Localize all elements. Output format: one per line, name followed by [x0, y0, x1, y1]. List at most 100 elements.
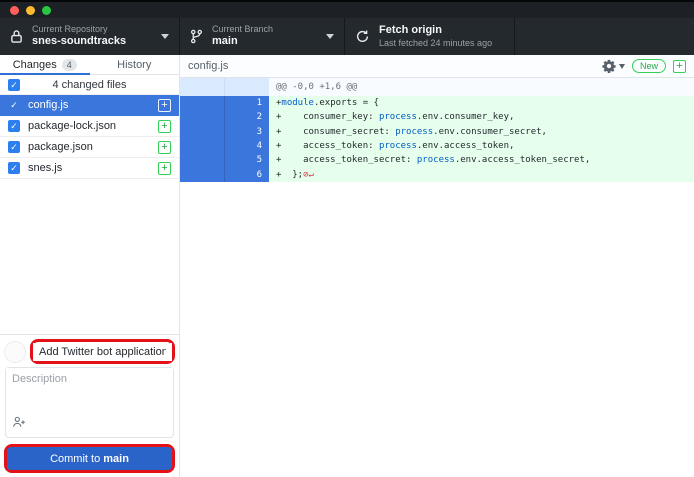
current-repository-dropdown[interactable]: Current Repository snes-soundtracks	[0, 18, 180, 55]
file-name: package-lock.json	[28, 120, 150, 132]
titlebar	[0, 0, 694, 18]
old-line-number	[180, 125, 225, 139]
new-file-badge: New	[632, 59, 666, 73]
tab-history[interactable]: History	[90, 55, 180, 74]
diff-line-gutter[interactable]: 5	[180, 153, 269, 167]
fetch-origin-button[interactable]: Fetch origin Last fetched 24 minutes ago	[345, 18, 515, 55]
minimize-button[interactable]	[26, 6, 35, 15]
file-checkbox[interactable]: ✓	[8, 99, 20, 111]
file-checkbox[interactable]: ✓	[8, 162, 20, 174]
added-status-icon: +	[158, 99, 171, 112]
branch-label: Current Branch	[212, 24, 317, 35]
diff-header: config.js New +	[180, 55, 694, 78]
commit-to-main-button[interactable]: Commit to main	[7, 447, 172, 470]
hunk-header-text: @@ -0,0 +1,6 @@	[269, 78, 694, 96]
diff-line-gutter[interactable]: 4	[180, 139, 269, 153]
changes-count-badge: 4	[62, 59, 77, 71]
file-row[interactable]: ✓ snes.js +	[0, 158, 179, 179]
new-line-number: 6	[225, 168, 270, 182]
new-line-number: 5	[225, 153, 270, 167]
no-newline-icon: ⊘↵	[303, 170, 314, 180]
tab-changes[interactable]: Changes 4	[0, 55, 90, 74]
diff-line: 1+module.exports = {	[180, 96, 694, 110]
diff-file-name: config.js	[188, 60, 228, 72]
file-row[interactable]: ✓ package-lock.json +	[0, 116, 179, 137]
branch-icon	[190, 29, 203, 44]
diff-body: @@ -0,0 +1,6 @@ 1+module.exports = {2+ c…	[180, 78, 694, 182]
file-checkbox[interactable]: ✓	[8, 141, 20, 153]
tab-label: Changes	[13, 59, 57, 71]
commit-description-box	[5, 367, 174, 438]
diff-panel: config.js New + @	[180, 55, 694, 477]
sidebar-tabs: Changes 4 History	[0, 55, 179, 75]
diff-line: 3+ consumer_secret: process.env.consumer…	[180, 125, 694, 139]
diff-line-content: + consumer_key: process.env.consumer_key…	[269, 110, 694, 124]
sidebar: Changes 4 History ✓ 4 changed files ✓ confi…	[0, 55, 180, 477]
chevron-down-icon	[326, 34, 334, 39]
tab-label: History	[117, 59, 151, 71]
diff-line-content: + consumer_secret: process.env.consumer_…	[269, 125, 694, 139]
file-name: package.json	[28, 141, 150, 153]
github-desktop-window: Current Repository snes-soundtracks Curr…	[0, 0, 694, 477]
new-line-number: 3	[225, 125, 270, 139]
commit-description-input[interactable]	[6, 368, 173, 418]
repository-name: snes-soundtracks	[32, 35, 152, 49]
diff-line-content: + access_token_secret: process.env.acces…	[269, 153, 694, 167]
hunk-gutter	[180, 78, 269, 96]
diff-line-gutter[interactable]: 2	[180, 110, 269, 124]
changed-files-count: 4 changed files	[53, 79, 127, 91]
current-branch-dropdown[interactable]: Current Branch main	[180, 18, 345, 55]
diff-line: 6+ };⊘↵	[180, 168, 694, 182]
branch-name: main	[212, 35, 317, 49]
commit-summary-input[interactable]	[33, 343, 172, 361]
gear-icon	[602, 59, 616, 73]
old-line-number	[180, 168, 225, 182]
new-line-number: 2	[225, 110, 270, 124]
close-button[interactable]	[10, 6, 19, 15]
changed-files-header: ✓ 4 changed files	[0, 75, 179, 95]
commit-form: Commit to main	[0, 334, 179, 477]
file-row[interactable]: ✓ config.js +	[0, 95, 179, 116]
new-line-number: 4	[225, 139, 270, 153]
zoom-button[interactable]	[42, 6, 51, 15]
diff-line: 5+ access_token_secret: process.env.acce…	[180, 153, 694, 167]
new-line-number: 1	[225, 96, 270, 110]
commit-branch-name: main	[103, 453, 129, 465]
diff-line-content: + };⊘↵	[269, 168, 694, 182]
file-name: snes.js	[28, 162, 150, 174]
added-status-icon: +	[673, 60, 686, 73]
repository-label: Current Repository	[32, 24, 152, 35]
diff-line-gutter[interactable]: 3	[180, 125, 269, 139]
old-line-number	[180, 110, 225, 124]
diff-lines: 1+module.exports = {2+ consumer_key: pro…	[180, 96, 694, 182]
sidebar-empty-space	[0, 179, 179, 334]
diff-line-content: +module.exports = {	[269, 96, 694, 110]
chevron-down-icon	[161, 34, 169, 39]
file-list: ✓ config.js + ✓ package-lock.json + ✓ package.j…	[0, 95, 179, 179]
added-status-icon: +	[158, 120, 171, 133]
diff-line-content: + access_token: process.env.access_token…	[269, 139, 694, 153]
hunk-header-row[interactable]: @@ -0,0 +1,6 @@	[180, 78, 694, 96]
old-line-number	[180, 96, 225, 110]
added-status-icon: +	[158, 162, 171, 175]
old-line-number	[180, 153, 225, 167]
toolbar-empty-space	[515, 18, 694, 55]
include-all-checkbox[interactable]: ✓	[8, 79, 20, 91]
chevron-down-icon	[619, 64, 625, 69]
diff-line-gutter[interactable]: 1	[180, 96, 269, 110]
file-checkbox[interactable]: ✓	[8, 120, 20, 132]
diff-line: 2+ consumer_key: process.env.consumer_ke…	[180, 110, 694, 124]
avatar	[4, 341, 26, 363]
file-name: config.js	[28, 99, 150, 111]
file-row[interactable]: ✓ package.json +	[0, 137, 179, 158]
diff-options-button[interactable]	[602, 59, 625, 73]
old-line-number	[180, 139, 225, 153]
commit-button-annotation-box: Commit to main	[4, 444, 175, 473]
toolbar: Current Repository snes-soundtracks Curr…	[0, 18, 694, 55]
diff-line-gutter[interactable]: 6	[180, 168, 269, 182]
summary-annotation-box	[30, 339, 175, 364]
sync-icon	[355, 29, 370, 44]
lock-icon	[10, 29, 23, 44]
add-coauthor-icon[interactable]	[12, 415, 26, 433]
added-status-icon: +	[158, 141, 171, 154]
